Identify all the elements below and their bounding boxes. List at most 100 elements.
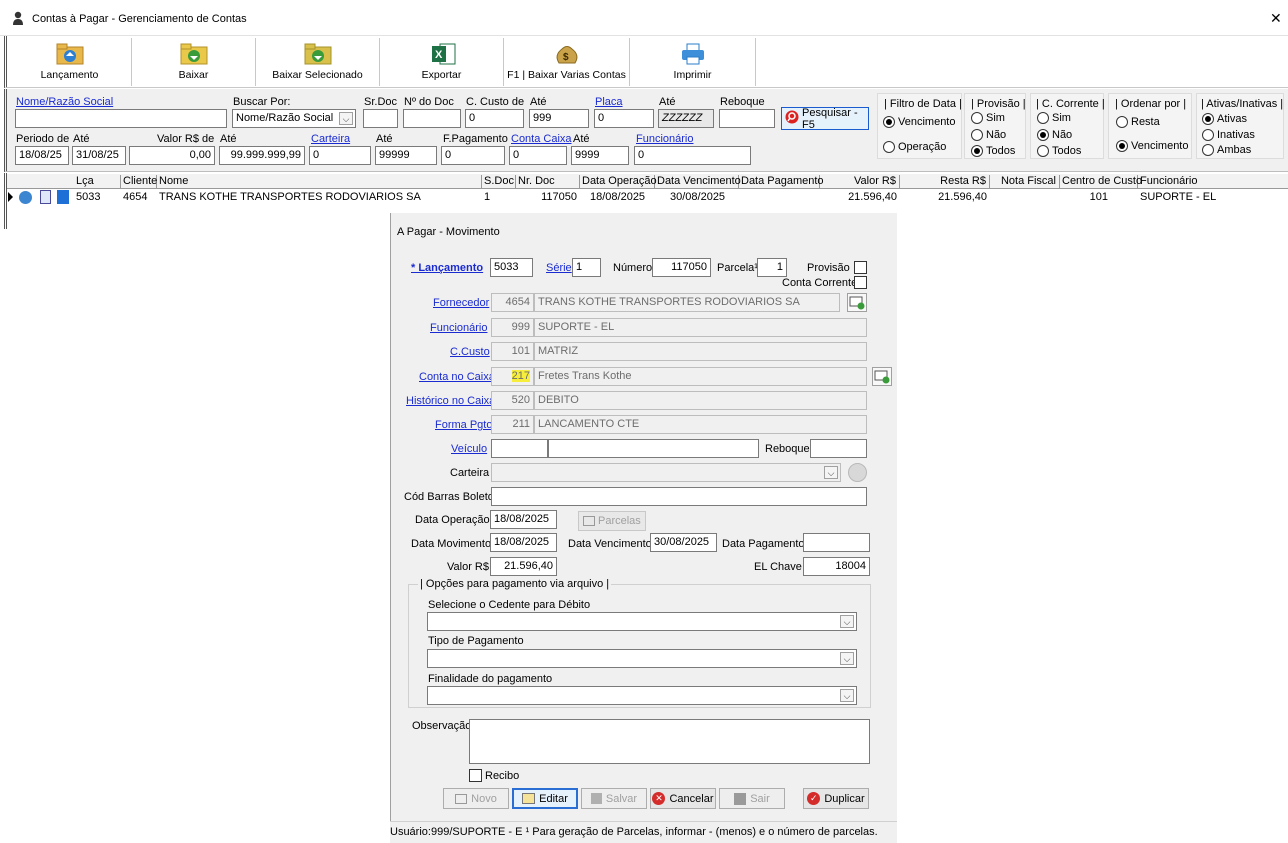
- ndoc-input[interactable]: [403, 109, 461, 128]
- contacaixa-de-input[interactable]: 0: [509, 146, 567, 165]
- chevron-down-icon[interactable]: ⌵: [840, 615, 854, 628]
- carteira-label[interactable]: Carteira: [311, 133, 350, 145]
- ccusto-ate-input[interactable]: 999: [529, 109, 589, 128]
- radio-cc-nao[interactable]: Não: [1037, 129, 1072, 141]
- placa-input[interactable]: 0: [594, 109, 654, 128]
- fornecedor-label[interactable]: Fornecedor: [433, 297, 489, 309]
- buscar-select[interactable]: Nome/Razão Social ⌵: [232, 109, 356, 128]
- contacaixa-label[interactable]: Conta Caixa: [511, 133, 572, 145]
- radio-cc-sim[interactable]: Sim: [1037, 112, 1071, 124]
- grid-header-lca[interactable]: Lça: [74, 175, 121, 189]
- trash-icon[interactable]: [848, 463, 867, 482]
- valor-input[interactable]: 21.596,40: [490, 557, 557, 576]
- close-icon[interactable]: ✕: [1270, 10, 1282, 27]
- chevron-down-icon[interactable]: ⌵: [824, 466, 838, 479]
- grid-header-dataop[interactable]: Data Operação: [580, 175, 657, 189]
- historico-label[interactable]: Histórico no Caixa: [406, 395, 495, 407]
- funcionario-label[interactable]: Funcionário: [430, 322, 487, 334]
- ccusto-label[interactable]: C.Custo: [450, 346, 490, 358]
- parcelas-button[interactable]: Parcelas: [578, 511, 646, 531]
- contacaixa-ate-input[interactable]: 9999: [571, 146, 629, 165]
- editar-button[interactable]: Editar: [512, 788, 578, 809]
- fpag-input[interactable]: 0: [441, 146, 505, 165]
- radio-ambas[interactable]: Ambas: [1202, 144, 1251, 156]
- contacaixa-code[interactable]: 217: [491, 367, 534, 386]
- datapag-input[interactable]: [803, 533, 870, 552]
- document-icon[interactable]: [40, 190, 51, 204]
- exportar-button[interactable]: X Exportar: [380, 38, 504, 86]
- copy-icon[interactable]: [57, 190, 69, 204]
- radio-operacao[interactable]: Operação: [883, 141, 946, 153]
- info-icon[interactable]: [19, 191, 32, 204]
- nome-input[interactable]: [15, 109, 227, 128]
- baixar-button[interactable]: Baixar: [132, 38, 256, 86]
- grid-header-nome[interactable]: Nome: [157, 175, 482, 189]
- cancelar-button[interactable]: ✕ Cancelar: [650, 788, 716, 809]
- chevron-down-icon[interactable]: ⌵: [339, 112, 353, 125]
- radio-cc-todos[interactable]: Todos: [1037, 145, 1081, 157]
- baixar-varias-button[interactable]: $ F1 | Baixar Varias Contas: [504, 38, 630, 86]
- funcionario-code[interactable]: 999: [491, 318, 534, 337]
- salvar-button[interactable]: Salvar: [581, 788, 647, 809]
- novo-button[interactable]: Novo: [443, 788, 509, 809]
- grid-header-valor[interactable]: Valor R$: [820, 175, 900, 189]
- grid-header-sdoc[interactable]: S.Doc: [482, 175, 516, 189]
- serie-label[interactable]: Série: [546, 262, 572, 274]
- lancamento-label[interactable]: * Lançamento: [411, 262, 483, 274]
- grid-header-datavenc[interactable]: Data Vencimento: [655, 175, 741, 189]
- grid-header-cliente[interactable]: Cliente: [121, 175, 157, 189]
- forma-code[interactable]: 211: [491, 415, 534, 434]
- lookup-icon[interactable]: [847, 293, 867, 312]
- lancamento-input[interactable]: 5033: [490, 258, 533, 277]
- sair-button[interactable]: Sair: [719, 788, 785, 809]
- serie-input[interactable]: 1: [572, 258, 601, 277]
- funcionario-input[interactable]: 0: [634, 146, 751, 165]
- radio-prov-nao[interactable]: Não: [971, 129, 1006, 141]
- periodo-ate-input[interactable]: 31/08/25: [72, 146, 126, 165]
- nome-label[interactable]: Nome/Razão Social: [16, 96, 113, 108]
- finalidade-select[interactable]: ⌵: [427, 686, 857, 705]
- parcela-input[interactable]: 1: [757, 258, 787, 277]
- ccusto-code[interactable]: 101: [491, 342, 534, 361]
- grid-header-datapag[interactable]: Data Pagamento: [739, 175, 824, 189]
- numero-input[interactable]: 117050: [652, 258, 711, 277]
- valor-de-input[interactable]: 0,00: [129, 146, 215, 165]
- imprimir-button[interactable]: Imprimir: [630, 38, 756, 86]
- duplicar-button[interactable]: ✓ Duplicar: [803, 788, 869, 809]
- radio-vencimento[interactable]: Vencimento: [883, 116, 955, 128]
- historico-code[interactable]: 520: [491, 391, 534, 410]
- veiculo-label[interactable]: Veículo: [451, 443, 487, 455]
- radio-prov-sim[interactable]: Sim: [971, 112, 1005, 124]
- valor-ate-input[interactable]: 99.999.999,99: [219, 146, 305, 165]
- srdoc-input[interactable]: [363, 109, 398, 128]
- periodo-de-input[interactable]: 18/08/25: [15, 146, 69, 165]
- radio-inativas[interactable]: Inativas: [1202, 129, 1255, 141]
- grid-header-nf[interactable]: Nota Fiscal: [990, 175, 1060, 189]
- grid-header-cc[interactable]: Centro de Custo: [1060, 175, 1142, 189]
- pesquisar-button[interactable]: Pesquisar - F5: [781, 107, 869, 131]
- forma-label[interactable]: Forma Pgto: [435, 419, 492, 431]
- radio-ativas[interactable]: Ativas: [1202, 113, 1247, 125]
- contacaixa-label[interactable]: Conta no Caixa: [419, 371, 495, 383]
- carteira-ate-input[interactable]: 99999: [375, 146, 437, 165]
- baixar-selecionado-button[interactable]: Baixar Selecionado: [256, 38, 380, 86]
- codbarras-input[interactable]: [491, 487, 867, 506]
- obs-textarea[interactable]: [469, 719, 870, 764]
- lookup-icon[interactable]: [872, 367, 892, 386]
- veiculo-name[interactable]: [548, 439, 759, 458]
- fornecedor-code[interactable]: 4654: [491, 293, 534, 312]
- veiculo-code[interactable]: [491, 439, 548, 458]
- funcionario-label[interactable]: Funcionário: [636, 133, 693, 145]
- datavenc-input[interactable]: 30/08/2025: [650, 533, 717, 552]
- radio-ord-vencimento[interactable]: Vencimento: [1116, 140, 1188, 152]
- grid-header-nrdoc[interactable]: Nr. Doc: [516, 175, 580, 189]
- carteira-select[interactable]: ⌵: [491, 463, 841, 482]
- carteira-de-input[interactable]: 0: [309, 146, 371, 165]
- radio-ord-resta[interactable]: Resta: [1116, 116, 1160, 128]
- lancamento-button[interactable]: Lançamento: [8, 38, 132, 86]
- ccusto-input[interactable]: 0: [465, 109, 524, 128]
- elchave-input[interactable]: 18004: [803, 557, 870, 576]
- cc-checkbox[interactable]: [854, 276, 867, 289]
- chevron-down-icon[interactable]: ⌵: [840, 652, 854, 665]
- chevron-down-icon[interactable]: ⌵: [840, 689, 854, 702]
